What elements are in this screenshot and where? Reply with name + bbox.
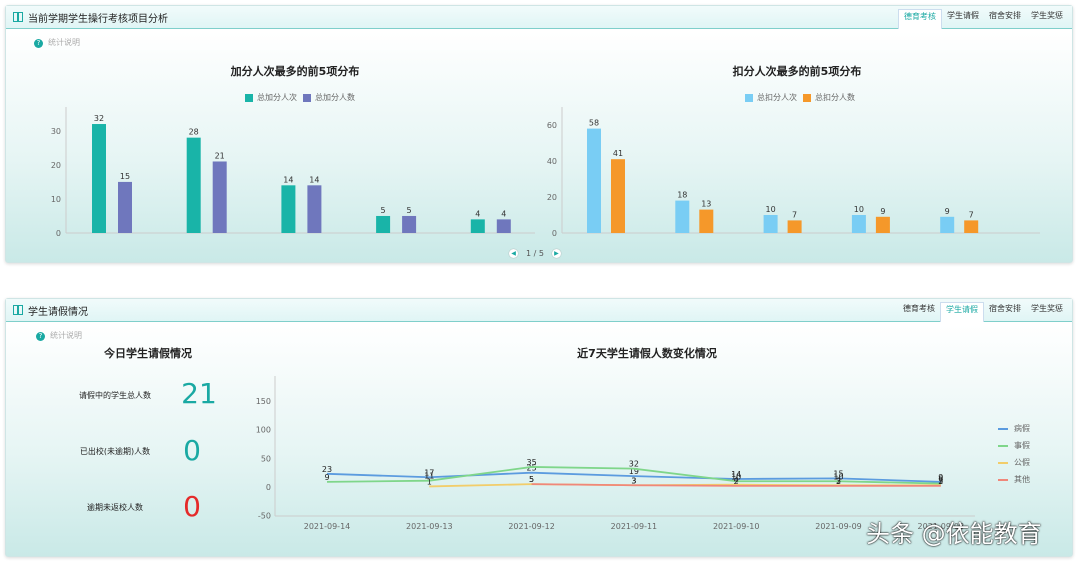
legend-item[interactable]: 总扣分人次	[757, 93, 797, 102]
chart-title: 扣分人次最多的前5项分布	[732, 65, 862, 78]
help-icon: ?	[34, 39, 43, 48]
legend-item[interactable]: 总加分人次	[257, 93, 297, 102]
tab-leave[interactable]: 学生请假	[942, 9, 984, 22]
chart-legend: 总加分人次 总加分人数	[239, 92, 355, 103]
stat-label: 请假中的学生总人数	[79, 391, 151, 400]
legend-item[interactable]: 总加分人数	[315, 93, 355, 102]
stat-label: 已出校(未逾期)人数	[79, 447, 151, 456]
legend-label: 其他	[1014, 475, 1030, 484]
panel-header: 学生请假情况 德育考核 学生请假 宿舍安排 学生奖惩	[6, 299, 1072, 322]
legend-swatch	[303, 93, 311, 102]
legend-item[interactable]: 病假	[998, 423, 1030, 434]
legend-label: 病假	[1014, 424, 1030, 433]
legend-swatch	[745, 93, 753, 102]
stat-value: 0	[183, 490, 201, 523]
legend-line	[998, 461, 1008, 464]
panel-tabs: 德育考核 学生请假 宿舍安排 学生奖惩	[898, 302, 1068, 322]
chart-panel-icon	[13, 12, 23, 22]
prev-page-button[interactable]: ◀	[509, 249, 518, 258]
stats-help-link[interactable]: ? 统计说明	[36, 330, 82, 341]
legend-line	[998, 427, 1008, 430]
help-icon: ?	[36, 332, 45, 341]
legend-line	[998, 444, 1008, 447]
legend-label: 公假	[1014, 458, 1030, 467]
page-indicator: 1 / 5	[526, 249, 544, 258]
tab-dorm[interactable]: 宿舍安排	[984, 302, 1026, 315]
tab-moral[interactable]: 德育考核	[898, 9, 942, 29]
stat-value: 0	[183, 434, 201, 467]
stat-label: 逾期未返校人数	[87, 503, 143, 512]
tab-rewards[interactable]: 学生奖惩	[1026, 302, 1068, 315]
legend-swatch	[803, 93, 811, 102]
legend-item[interactable]: 其他	[998, 474, 1030, 485]
next-page-button[interactable]: ▶	[551, 249, 561, 258]
panel-title: 当前学期学生操行考核项目分析	[28, 14, 168, 25]
tab-moral[interactable]: 德育考核	[898, 302, 940, 315]
tab-dorm[interactable]: 宿舍安排	[984, 9, 1026, 22]
panel-tabs: 德育考核 学生请假 宿舍安排 学生奖惩	[898, 9, 1068, 29]
panel-header: 当前学期学生操行考核项目分析 德育考核 学生请假 宿舍安排 学生奖惩	[6, 6, 1072, 29]
legend-label: 事假	[1014, 441, 1030, 450]
legend-line	[998, 478, 1008, 481]
panel-title: 学生请假情况	[28, 307, 88, 318]
tab-leave[interactable]: 学生请假	[940, 302, 984, 322]
stats-help-link[interactable]: ? 统计说明	[34, 37, 80, 48]
chart-title: 近7天学生请假人数变化情况	[577, 347, 717, 360]
legend-item[interactable]: 公假	[998, 457, 1030, 468]
help-label: 统计说明	[48, 38, 80, 47]
tab-rewards[interactable]: 学生奖惩	[1026, 9, 1068, 22]
watermark: 头条 @依能教育	[866, 520, 1042, 548]
chart-legend: 总扣分人次 总扣分人数	[739, 92, 855, 103]
chart-panel-icon	[13, 305, 23, 315]
conduct-analysis-panel: 当前学期学生操行考核项目分析 德育考核 学生请假 宿舍安排 学生奖惩 ? 统计说明	[5, 5, 1073, 263]
legend-item[interactable]: 总扣分人数	[815, 93, 855, 102]
pager: ◀ 1 / 5 ▶	[509, 249, 561, 258]
legend-swatch	[245, 93, 253, 102]
help-label: 统计说明	[50, 331, 82, 340]
chart-title: 加分人次最多的前5项分布	[230, 65, 360, 78]
legend-item[interactable]: 事假	[998, 440, 1030, 451]
stat-value: 21	[181, 377, 217, 410]
today-title: 今日学生请假情况	[104, 347, 192, 360]
